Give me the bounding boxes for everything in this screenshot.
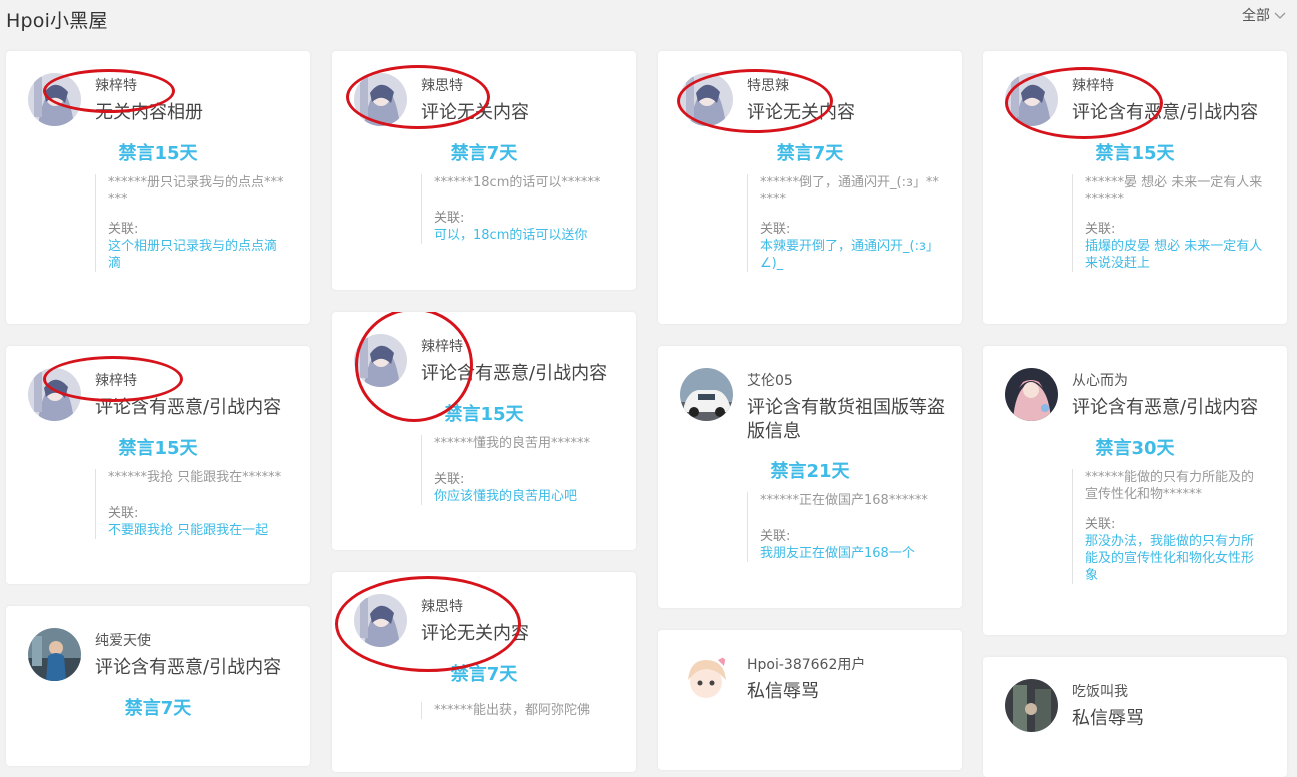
username[interactable]: 从心而为 (1072, 370, 1128, 390)
ban-duration: 禁言7天 (450, 143, 518, 164)
ban-reason: 评论无关内容 (421, 623, 529, 644)
comment-detail: ******正在做国产168****** 关联: 我朋友正在做国产168一个 (747, 492, 940, 562)
comment-detail: ******18cm的话可以****** 关联: 可以，18cm的话可以送你 (421, 174, 614, 244)
username[interactable]: Hpoi-387662用户 (747, 654, 865, 674)
ban-card[interactable]: 从心而为 评论含有恶意/引战内容 禁言30天 ******能做的只有力所能及的宣… (983, 346, 1287, 635)
page-title: Hpoi小黑屋 (6, 10, 108, 32)
user-avatar[interactable] (1005, 73, 1058, 126)
ban-card[interactable]: 辣梓特 无关内容相册 禁言15天 ******册只记录我与的点点****** 关… (6, 51, 310, 324)
ban-reason: 私信辱骂 (1072, 708, 1144, 729)
ban-card[interactable]: 吃饭叫我 私信辱骂 (983, 657, 1287, 777)
user-avatar[interactable] (680, 368, 733, 421)
ban-card[interactable]: 辣思特 评论无关内容 禁言7天 ******能出获，都阿弥陀佛 (332, 572, 636, 772)
ban-duration: 禁言15天 (118, 438, 198, 459)
username[interactable]: 吃饭叫我 (1072, 681, 1128, 701)
masked-comment: ******正在做国产168****** (760, 493, 928, 508)
comment-detail: ******懂我的良苦用****** 关联: 你应该懂我的良苦用心吧 (421, 435, 614, 505)
relation-label: 关联: (1085, 222, 1116, 237)
ban-duration: 禁言7天 (776, 143, 844, 164)
masked-comment: ******倒了，通通闪开_(:з」****** (760, 175, 939, 207)
ban-card[interactable]: 特思辣 评论无关内容 禁言7天 ******倒了，通通闪开_(:з」******… (658, 51, 962, 324)
relation-label: 关联: (108, 506, 139, 521)
relation-label: 关联: (1085, 517, 1116, 532)
ban-card[interactable]: 辣梓特 评论含有恶意/引战内容 禁言15天 ******晏 想必 未来一定有人来… (983, 51, 1287, 324)
relation-label: 关联: (760, 222, 791, 237)
relation-link[interactable]: 不要跟我抢 只能跟我在一起 (108, 522, 288, 539)
user-avatar[interactable] (28, 368, 81, 421)
ban-duration: 禁言15天 (118, 143, 198, 164)
ban-duration: 禁言7天 (124, 698, 192, 719)
user-avatar[interactable] (28, 73, 81, 126)
ban-reason: 评论含有恶意/引战内容 (95, 657, 282, 678)
user-avatar[interactable] (1005, 368, 1058, 421)
ban-duration: 禁言21天 (770, 461, 850, 482)
ban-reason: 评论含有恶意/引战内容 (1072, 397, 1259, 418)
masked-comment: ******晏 想必 未来一定有人来****** (1085, 175, 1263, 207)
filter-dropdown[interactable]: 全部 (1242, 5, 1287, 25)
comment-detail: ******我抢 只能跟我在****** 关联: 不要跟我抢 只能跟我在一起 (95, 469, 288, 539)
user-avatar[interactable] (680, 73, 733, 126)
masked-comment: ******懂我的良苦用****** (434, 436, 591, 451)
chevron-down-icon (1274, 12, 1286, 19)
relation-label: 关联: (108, 222, 139, 237)
comment-detail: ******能出获，都阿弥陀佛 (421, 702, 614, 719)
ban-reason: 评论无关内容 (421, 102, 529, 123)
username[interactable]: 辣梓特 (95, 75, 137, 95)
relation-link[interactable]: 本辣要开倒了，通通闪开_(:з」∠)_ (760, 238, 940, 272)
relation-label: 关联: (760, 529, 791, 544)
comment-detail: ******能做的只有力所能及的宣传性化和物****** 关联: 那没办法，我能… (1072, 469, 1265, 584)
ban-card[interactable]: 辣梓特 评论含有恶意/引战内容 禁言15天 ******懂我的良苦用******… (332, 312, 636, 550)
ban-duration: 禁言7天 (450, 664, 518, 685)
relation-link[interactable]: 这个相册只记录我与的点点滴滴 (108, 238, 288, 272)
ban-duration: 禁言15天 (1095, 143, 1175, 164)
user-avatar[interactable] (28, 628, 81, 681)
comment-detail: ******晏 想必 未来一定有人来****** 关联: 插爆的皮晏 想必 未来… (1072, 174, 1265, 272)
comment-detail: ******册只记录我与的点点****** 关联: 这个相册只记录我与的点点滴滴 (95, 174, 288, 272)
username[interactable]: 特思辣 (747, 75, 789, 95)
ban-card[interactable]: 纯爱天使 评论含有恶意/引战内容 禁言7天 (6, 606, 310, 766)
ban-reason: 评论含有散货祖国版等盗版信息 (747, 397, 945, 442)
user-avatar[interactable] (354, 334, 407, 387)
masked-comment: ******册只记录我与的点点****** (108, 175, 284, 207)
ban-duration: 禁言15天 (444, 404, 524, 425)
ban-card[interactable]: 辣思特 评论无关内容 禁言7天 ******18cm的话可以****** 关联:… (332, 51, 636, 290)
ban-duration: 禁言30天 (1095, 438, 1175, 459)
masked-comment: ******能做的只有力所能及的宣传性化和物****** (1085, 470, 1255, 502)
ban-reason: 评论含有恶意/引战内容 (421, 363, 608, 384)
username[interactable]: 艾伦05 (747, 370, 793, 390)
username[interactable]: 辣思特 (421, 596, 463, 616)
masked-comment: ******我抢 只能跟我在****** (108, 470, 282, 485)
username[interactable]: 辣梓特 (421, 336, 463, 356)
masked-comment: ******18cm的话可以****** (434, 175, 601, 190)
username[interactable]: 辣梓特 (95, 370, 137, 390)
page-header: Hpoi小黑屋 全部 (0, 0, 1297, 36)
username[interactable]: 辣思特 (421, 75, 463, 95)
relation-link[interactable]: 可以，18cm的话可以送你 (434, 227, 614, 244)
user-avatar[interactable] (354, 73, 407, 126)
relation-link[interactable]: 插爆的皮晏 想必 未来一定有人来说没赶上 (1085, 238, 1265, 272)
relation-label: 关联: (434, 211, 465, 226)
ban-card[interactable]: Hpoi-387662用户 私信辱骂 (658, 630, 962, 770)
relation-link[interactable]: 我朋友正在做国产168一个 (760, 545, 940, 562)
ban-reason: 私信辱骂 (747, 681, 819, 702)
relation-link[interactable]: 你应该懂我的良苦用心吧 (434, 488, 614, 505)
relation-link[interactable]: 那没办法，我能做的只有力所能及的宣传性化和物化女性形象 (1085, 533, 1265, 584)
masked-comment: ******能出获，都阿弥陀佛 (434, 703, 591, 718)
user-avatar[interactable] (1005, 679, 1058, 732)
user-avatar[interactable] (354, 594, 407, 647)
username[interactable]: 纯爱天使 (95, 630, 151, 650)
user-avatar[interactable] (680, 652, 733, 705)
relation-label: 关联: (434, 472, 465, 487)
filter-label: 全部 (1242, 8, 1270, 24)
ban-card[interactable]: 艾伦05 评论含有散货祖国版等盗版信息 禁言21天 ******正在做国产168… (658, 346, 962, 608)
comment-detail: ******倒了，通通闪开_(:з」****** 关联: 本辣要开倒了，通通闪开… (747, 174, 940, 272)
ban-reason: 评论无关内容 (747, 102, 855, 123)
username[interactable]: 辣梓特 (1072, 75, 1114, 95)
ban-reason: 无关内容相册 (95, 102, 203, 123)
ban-reason: 评论含有恶意/引战内容 (1072, 102, 1259, 123)
ban-reason: 评论含有恶意/引战内容 (95, 397, 282, 418)
ban-card[interactable]: 辣梓特 评论含有恶意/引战内容 禁言15天 ******我抢 只能跟我在****… (6, 346, 310, 584)
